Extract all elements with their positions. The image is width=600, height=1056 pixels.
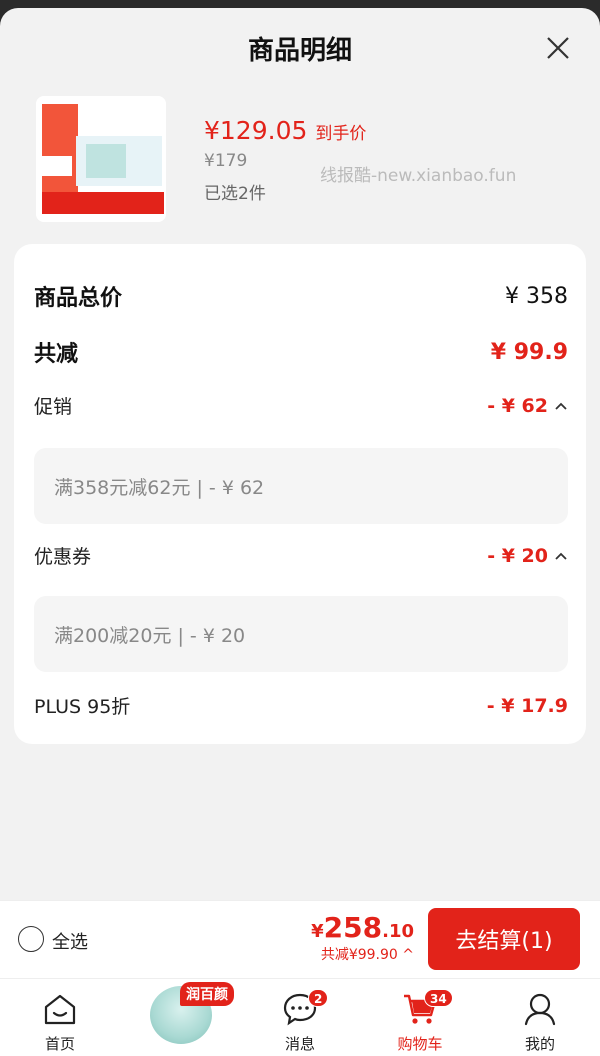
total-value: ¥ 358: [505, 283, 568, 309]
total-label: 商品总价: [34, 286, 123, 311]
checkout-bar: 全选 ¥258.10 共减¥99.90 ^ 去结算(1): [0, 900, 600, 978]
detail-sheet: 商品明细 ¥129.05 到手价 ¥179 已选2件 线报酷-new.xianb…: [0, 8, 600, 1056]
home-icon: [44, 994, 76, 1025]
promo-brand-badge[interactable]: 润百颜: [180, 982, 234, 1006]
tab-mine[interactable]: 我的: [480, 979, 600, 1056]
total-row: 商品总价 ¥ 358: [34, 280, 568, 312]
discount-label: 共减: [34, 342, 79, 367]
header: 商品明细: [0, 8, 600, 88]
chevron-up-icon[interactable]: [554, 549, 568, 563]
final-price: ¥129.05: [204, 116, 308, 145]
cart-total: ¥258.10 共减¥99.90 ^: [311, 911, 414, 964]
watermark: 线报酷-new.xianbao.fun: [320, 166, 517, 186]
discount-row: 共减 ¥ 99.9: [34, 336, 568, 368]
tab-messages[interactable]: 2 消息: [240, 979, 360, 1056]
messages-badge: 2: [308, 989, 329, 1007]
coupon-value: - ¥ 20: [487, 544, 548, 567]
promo-row[interactable]: 促销 - ¥ 62: [34, 392, 568, 419]
plus-row: PLUS 95折 - ¥ 17.9: [34, 692, 568, 719]
tab-messages-label: 消息: [284, 1035, 315, 1053]
promo-value: - ¥ 62: [487, 394, 548, 417]
total-integer: 258: [323, 911, 383, 944]
total-currency: ¥: [311, 921, 324, 942]
tab-bar: 首页 2 消息 34 购物车 我的: [0, 978, 600, 1056]
product-image[interactable]: [36, 96, 166, 222]
total-decimal: .10: [382, 921, 414, 942]
coupon-label: 优惠券: [34, 546, 92, 568]
tab-cart-label: 购物车: [397, 1035, 443, 1053]
promo-detail: 满358元减62元 | - ¥ 62: [34, 448, 568, 524]
page-title: 商品明细: [247, 36, 352, 66]
discount-value: ¥ 99.9: [490, 339, 568, 365]
plus-value: - ¥ 17.9: [486, 694, 568, 717]
select-all-label[interactable]: 全选: [52, 928, 88, 954]
price-tag: 到手价: [315, 124, 367, 144]
tab-cart[interactable]: 34 购物车: [360, 979, 480, 1056]
user-icon: [524, 993, 556, 1026]
promo-label: 促销: [34, 396, 73, 418]
chevron-up-icon[interactable]: [554, 399, 568, 413]
cart-badge: 34: [424, 989, 453, 1007]
tab-mine-label: 我的: [524, 1035, 555, 1053]
coupon-row[interactable]: 优惠券 - ¥ 20: [34, 542, 568, 569]
tab-home-label: 首页: [44, 1035, 75, 1053]
checkout-button[interactable]: 去结算(1): [428, 908, 580, 970]
close-icon[interactable]: [544, 34, 572, 62]
plus-label: PLUS 95折: [34, 696, 131, 718]
coupon-detail: 满200减20元 | - ¥ 20: [34, 596, 568, 672]
product-info: ¥129.05 到手价 ¥179 已选2件: [204, 116, 366, 204]
price-breakdown-card: 商品总价 ¥ 358 共减 ¥ 99.9 促销 - ¥ 62 满358元减62元…: [14, 244, 586, 744]
tab-home[interactable]: 首页: [0, 979, 120, 1056]
total-discount[interactable]: 共减¥99.90 ^: [311, 944, 414, 964]
coupon-value-wrap: - ¥ 20: [487, 545, 568, 567]
select-all-radio[interactable]: [18, 926, 44, 952]
promo-value-wrap: - ¥ 62: [487, 395, 568, 417]
